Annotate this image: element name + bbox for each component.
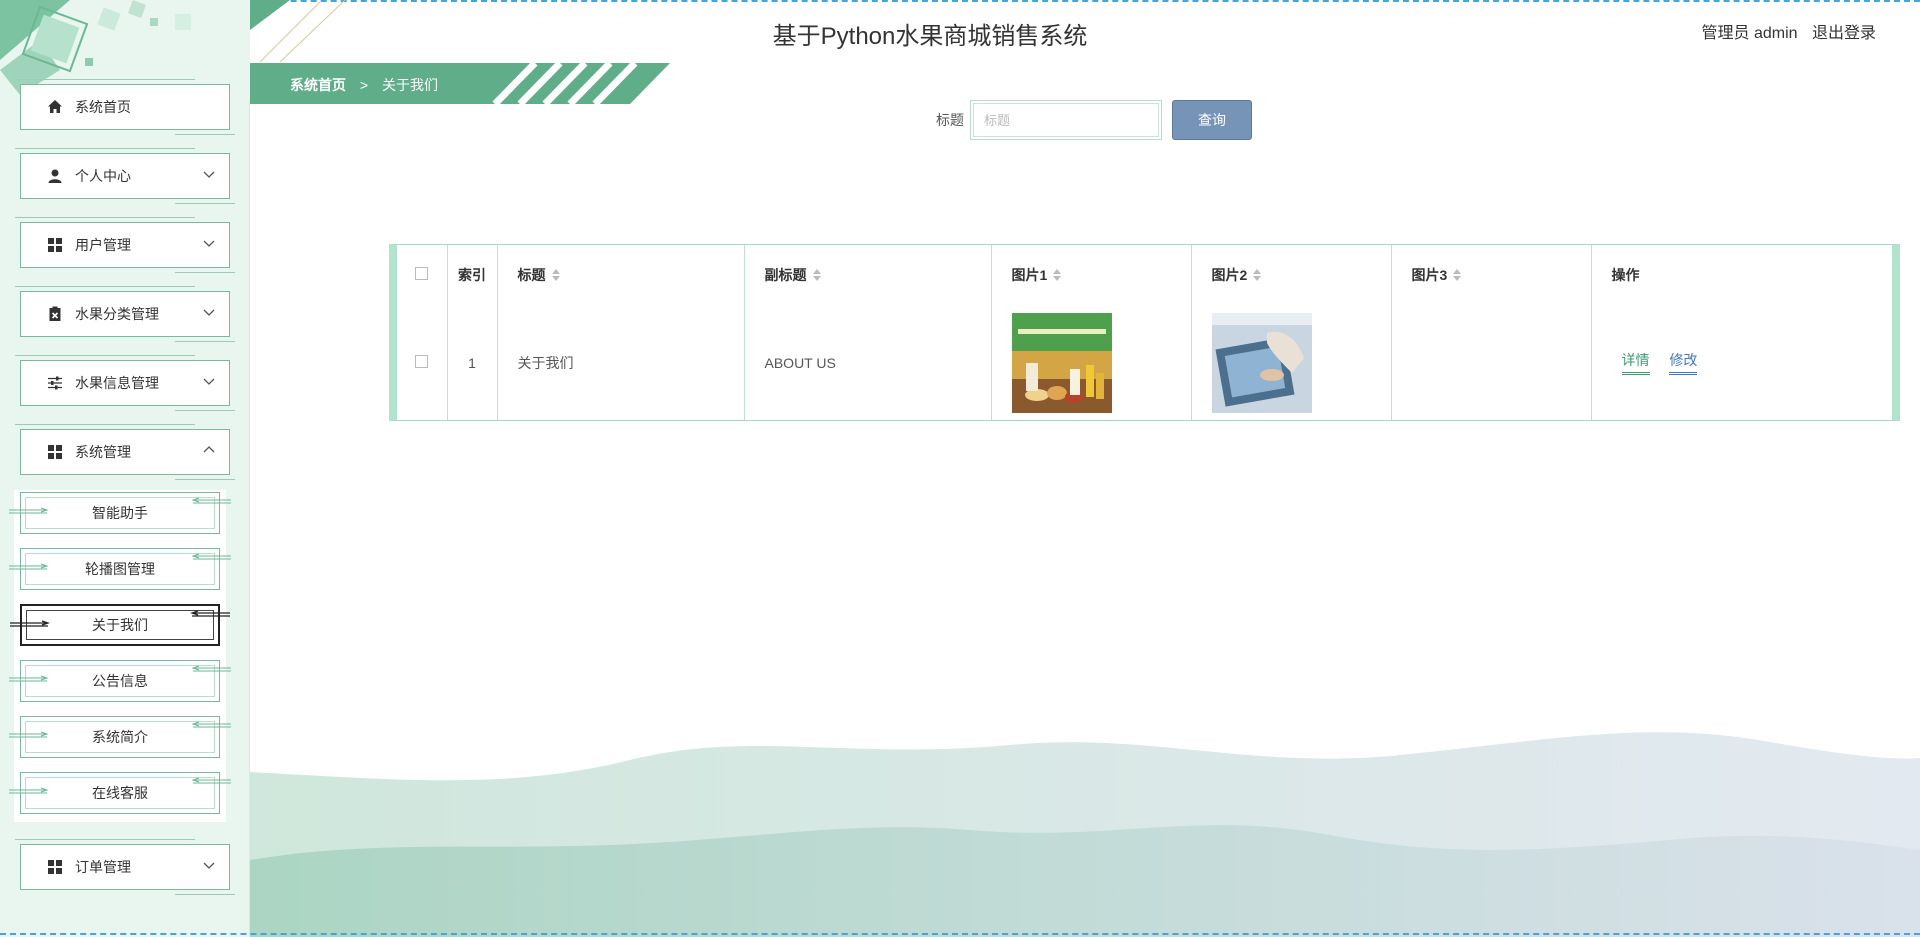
cell-subtitle: ABOUT US: [744, 305, 992, 420]
breadcrumb-bar: 系统首页 > 关于我们: [250, 63, 670, 104]
clipboard-icon: [47, 306, 63, 322]
cell-image3: [1391, 305, 1592, 420]
arrow-left-icon: [191, 721, 231, 728]
chevron-down-icon: [203, 862, 215, 869]
submenu-item-label: 智能助手: [92, 505, 148, 521]
sidebar-item-label: 水果分类管理: [75, 306, 159, 322]
column-header-index: 索引: [447, 245, 498, 305]
sidebar-item-label: 用户管理: [75, 237, 131, 253]
arrow-right-icon: [10, 620, 50, 627]
sidebar-item-label: 水果信息管理: [75, 375, 159, 391]
arrow-right-icon: [9, 731, 49, 738]
data-table: 索引 标题 副标题 图片1 图片2 图片3 操作 1 关于我们 ABOUT US: [389, 244, 1900, 421]
arrow-right-icon: [9, 787, 49, 794]
search-bar: 标题 查询: [936, 100, 1252, 140]
table-header-row: 索引 标题 副标题 图片1 图片2 图片3 操作: [397, 245, 1892, 305]
search-button[interactable]: 查询: [1172, 100, 1252, 140]
grid-icon: [47, 444, 63, 460]
site-title: 基于Python水果商城销售系统: [772, 23, 1088, 50]
bottom-border: [0, 933, 1920, 935]
edit-button[interactable]: 修改: [1669, 350, 1698, 375]
sidebar-item-fruit-category[interactable]: 水果分类管理: [15, 286, 235, 342]
sidebar-item-label: 个人中心: [75, 168, 131, 184]
chevron-down-icon: [203, 240, 215, 247]
sidebar-item-system-management[interactable]: 系统管理: [15, 424, 235, 480]
sidebar-item-label: 系统首页: [75, 99, 131, 115]
grain-and-oil-products-image[interactable]: [1011, 312, 1112, 413]
sidebar: 系统首页 个人中心 用户管理 水果分类管理 水果信息管理 系统管理 智能助手 轮…: [0, 0, 250, 937]
home-icon: [47, 99, 63, 115]
column-header-image2[interactable]: 图片2: [1191, 245, 1392, 305]
table-row: 1 关于我们 ABOUT US 详情 修改: [397, 305, 1892, 420]
cell-title: 关于我们: [497, 305, 745, 420]
breadcrumb-current: 关于我们: [381, 77, 438, 93]
tablet-business-image[interactable]: [1211, 312, 1312, 413]
sidebar-item-user-management[interactable]: 用户管理: [15, 217, 235, 273]
column-header-title[interactable]: 标题: [497, 245, 745, 305]
submenu-item-about-us[interactable]: 关于我们: [10, 604, 230, 646]
column-header-actions: 操作: [1611, 267, 1640, 283]
grid-icon: [47, 859, 63, 875]
sort-icon: [1253, 269, 1262, 281]
arrow-right-icon: [9, 563, 49, 570]
sidebar-item-label: 系统管理: [75, 444, 131, 460]
breadcrumb-separator: >: [359, 77, 369, 93]
column-header-image3[interactable]: 图片3: [1391, 245, 1592, 305]
sort-icon: [551, 269, 560, 281]
search-label: 标题: [936, 112, 964, 128]
sliders-icon: [47, 375, 63, 391]
sort-icon: [812, 269, 821, 281]
cell-index: 1: [447, 305, 498, 420]
submenu-item-label: 在线客服: [92, 785, 148, 801]
arrow-right-icon: [9, 507, 49, 514]
sort-icon: [1053, 269, 1062, 281]
sidebar-item-home[interactable]: 系统首页: [15, 79, 235, 135]
breadcrumb-home[interactable]: 系统首页: [290, 77, 346, 93]
user-info: 管理员 admin 退出登录: [1702, 19, 1877, 43]
column-header-subtitle[interactable]: 副标题: [744, 245, 992, 305]
sidebar-item-fruit-info[interactable]: 水果信息管理: [15, 355, 235, 411]
sidebar-item-order-management[interactable]: 订单管理: [15, 839, 235, 895]
submenu-item-announcements[interactable]: 公告信息: [9, 660, 231, 702]
column-header-image1[interactable]: 图片1: [991, 245, 1192, 305]
arrow-right-icon: [9, 675, 49, 682]
submenu-item-label: 公告信息: [92, 673, 148, 689]
submenu-item-label: 关于我们: [92, 617, 148, 633]
admin-username: 管理员 admin: [1701, 25, 1798, 42]
detail-button[interactable]: 详情: [1621, 350, 1650, 375]
breadcrumb: 系统首页 > 关于我们: [290, 75, 438, 95]
arrow-left-icon: [190, 610, 230, 617]
sort-icon: [1453, 269, 1462, 281]
logout-link[interactable]: 退出登录: [1812, 25, 1876, 42]
arrow-left-icon: [191, 497, 231, 504]
sidebar-item-label: 订单管理: [75, 859, 131, 875]
header: 基于Python水果商城销售系统 管理员 admin 退出登录: [250, 0, 1920, 62]
title-search-input[interactable]: [973, 103, 1159, 137]
submenu-item-online-service[interactable]: 在线客服: [9, 772, 231, 814]
submenu-item-carousel[interactable]: 轮播图管理: [9, 548, 231, 590]
submenu-item-label: 轮播图管理: [85, 561, 155, 577]
sidebar-item-personal-center[interactable]: 个人中心: [15, 148, 235, 204]
arrow-left-icon: [191, 553, 231, 560]
row-checkbox[interactable]: [415, 354, 428, 368]
submenu-item-label: 系统简介: [92, 729, 148, 745]
chevron-down-icon: [203, 171, 215, 178]
select-all-checkbox[interactable]: [415, 267, 428, 280]
chevron-up-icon: [203, 446, 215, 453]
submenu-item-smart-assistant[interactable]: 智能助手: [9, 492, 231, 534]
chevron-down-icon: [203, 378, 215, 385]
system-management-submenu: 智能助手 轮播图管理 关于我们 公告信息 系统简介 在线客服: [9, 490, 231, 822]
chevron-down-icon: [203, 309, 215, 316]
arrow-left-icon: [191, 665, 231, 672]
grid-icon: [47, 237, 63, 253]
arrow-left-icon: [191, 777, 231, 784]
user-icon: [47, 168, 63, 184]
wave-background: [250, 732, 1920, 937]
submenu-item-system-intro[interactable]: 系统简介: [9, 716, 231, 758]
